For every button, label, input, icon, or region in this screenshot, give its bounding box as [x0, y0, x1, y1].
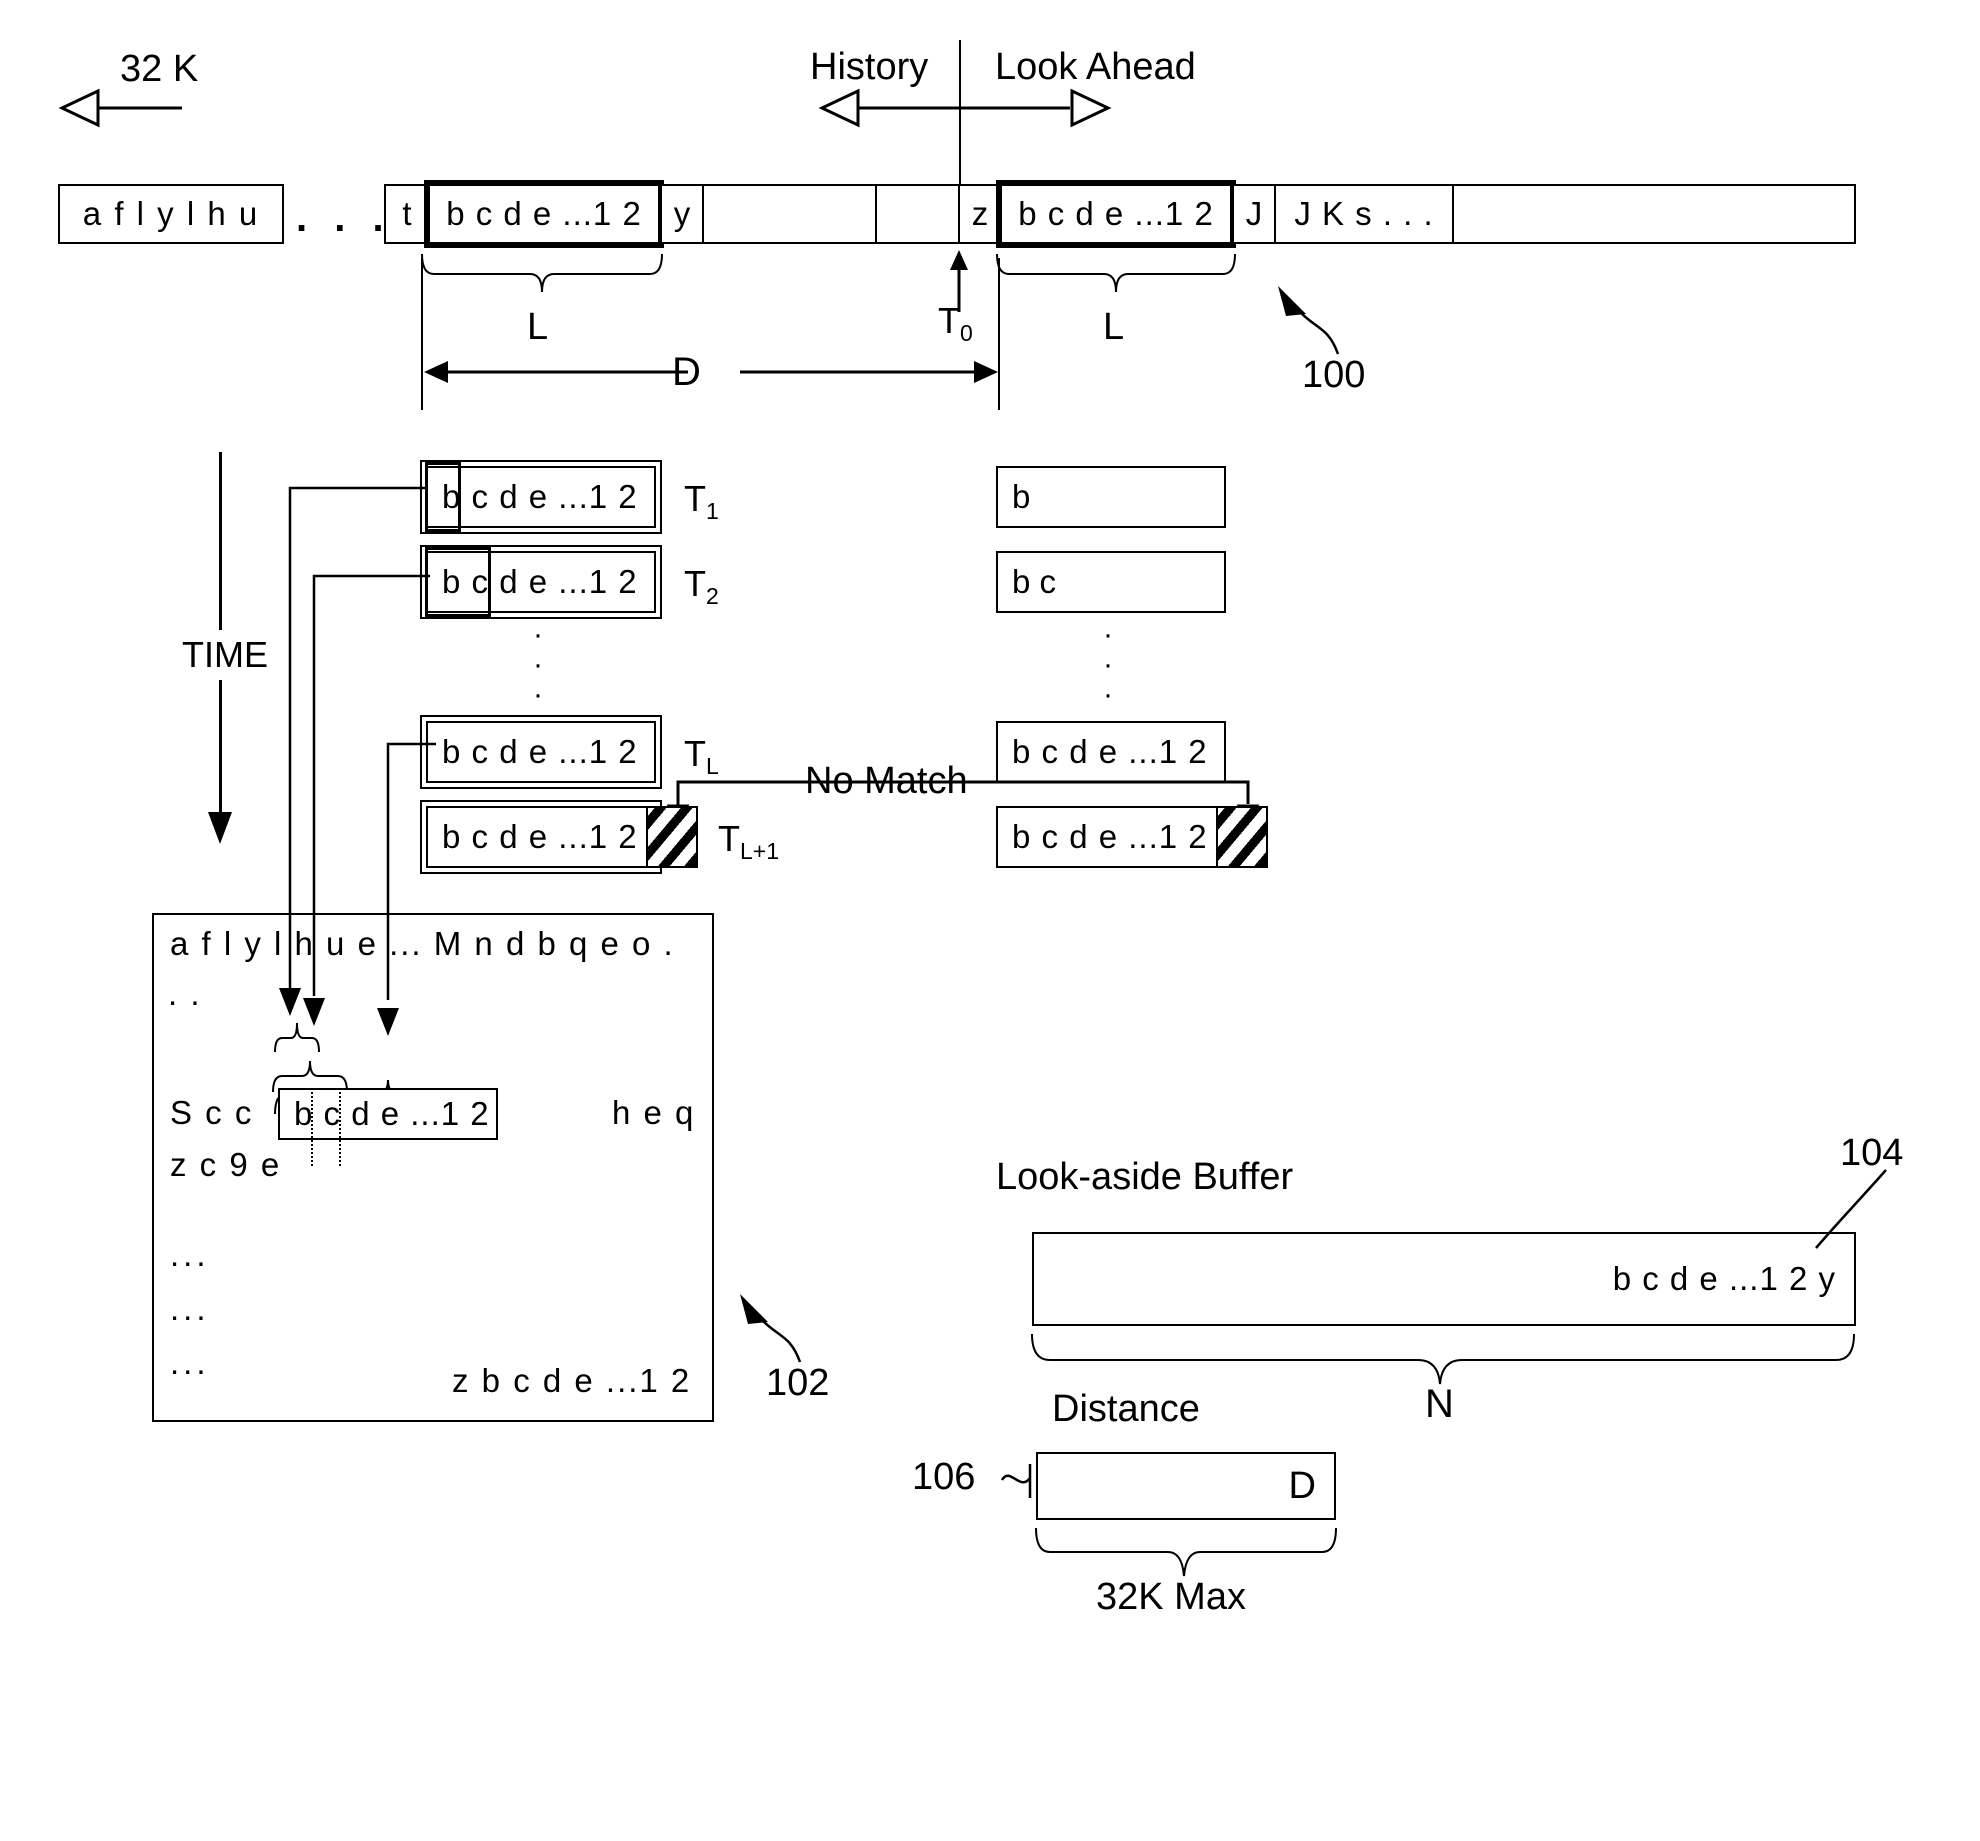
- leader-106: [1000, 1464, 1032, 1498]
- brace-L-right: [996, 253, 1236, 293]
- history-102-line4: z c 9 e: [170, 1146, 282, 1183]
- label-N: N: [1425, 1382, 1454, 1426]
- history-102-dotted-1: [311, 1092, 313, 1166]
- history-102-ellipsis-2: ...: [170, 1290, 210, 1327]
- brace-L-left: [421, 253, 663, 293]
- label-ref-100: 100: [1302, 354, 1366, 396]
- strip-match-lookahead: b c d e ...1 2: [996, 180, 1236, 248]
- lookaside-buffer-104: b c d e ...1 2 y: [1032, 1232, 1856, 1326]
- time-row-1-label: T2: [684, 563, 719, 610]
- time-row-3-right-hatch: [1216, 806, 1268, 868]
- history-102-line3-prefix: S c c: [170, 1094, 254, 1131]
- brace-32k-max: [1035, 1527, 1337, 1577]
- brace-small-102: [274, 1022, 320, 1053]
- history-102-line1: a f l y l h u e ... M n d b q e o .: [170, 925, 675, 962]
- label-L-right: L: [1103, 306, 1125, 348]
- time-row-2-left-box: b c d e ...1 2: [420, 715, 662, 789]
- time-row-0-label: T1: [684, 478, 719, 525]
- strip-cell-j: J: [1232, 184, 1276, 244]
- strip-cell-jks: J K s . . .: [1274, 184, 1454, 244]
- vertical-dots-left: · · ·: [533, 618, 543, 711]
- label-ref-104: 104: [1840, 1132, 1904, 1174]
- time-row-3-left-box: b c d e ...1 2: [420, 800, 662, 874]
- tick-D-left: [421, 258, 423, 410]
- time-row-0-label-sub: 1: [706, 498, 719, 525]
- time-row-1-label-sub: 2: [706, 583, 719, 610]
- time-row-2-right-box: b c d e ...1 2: [996, 721, 1226, 783]
- brace-N: [1031, 1333, 1855, 1385]
- label-ref-106: 106: [912, 1456, 976, 1498]
- history-102-dotted-2: [339, 1092, 341, 1166]
- label-lookaside-title: Look-aside Buffer: [996, 1156, 1294, 1198]
- time-row-3-label: TL+1: [718, 818, 779, 865]
- label-ref-102: 102: [766, 1362, 830, 1404]
- strip-ellipsis: . . .: [296, 196, 392, 240]
- label-distance-title: Distance: [1052, 1388, 1200, 1430]
- history-102-ellipsis-1: ...: [170, 1236, 210, 1273]
- time-row-1-label-text: T: [684, 563, 706, 604]
- label-time: TIME: [182, 630, 268, 680]
- strip-cell-blank-1: [702, 184, 877, 244]
- arrow-D: [424, 361, 998, 383]
- leader-102: [740, 1294, 802, 1363]
- history-102-line2: . .: [168, 975, 202, 1012]
- label-t0: T0: [938, 300, 973, 347]
- label-L-left: L: [527, 306, 549, 348]
- label-look-ahead: Look Ahead: [995, 46, 1196, 88]
- patent-figure: 32 K History Look Ahead a f l y l h u . …: [0, 0, 1980, 1841]
- arrow-lookahead-right: [960, 88, 1112, 128]
- time-row-3-left-hatch: [646, 806, 698, 868]
- label-32k-max: 32K Max: [1096, 1576, 1246, 1618]
- strip-cell-y: y: [660, 184, 704, 244]
- time-row-3-label-text: T: [718, 818, 740, 859]
- strip-cell-aflylhu: a f l y l h u: [58, 184, 284, 244]
- time-row-2-label: TL: [684, 733, 719, 780]
- time-row-0-label-text: T: [684, 478, 706, 519]
- leader-100: [1278, 286, 1340, 355]
- arrow-time-down: [208, 812, 232, 844]
- label-32k: 32 K: [120, 48, 199, 90]
- label-history: History: [810, 46, 929, 88]
- history-102-ellipsis-3: ...: [170, 1344, 210, 1381]
- vertical-dots-right: · · ·: [1103, 618, 1113, 711]
- time-row-0-right-box: b: [996, 466, 1226, 528]
- label-t0-text: T: [938, 300, 960, 341]
- time-row-2-label-text: T: [684, 733, 706, 774]
- history-102-line-last: z b c d e ...1 2: [452, 1362, 692, 1399]
- strip-match-history: b c d e ...1 2: [424, 180, 664, 248]
- time-row-1-right-box: b c: [996, 551, 1226, 613]
- label-t0-sub: 0: [960, 320, 973, 347]
- arrow-32k-left: [58, 88, 182, 128]
- time-row-3-label-sub: L+1: [740, 838, 780, 865]
- history-102-line3-suffix: h e q: [612, 1094, 696, 1131]
- time-row-3-right-box: b c d e ...1 2: [996, 806, 1226, 868]
- strip-cell-tail: [1452, 184, 1856, 244]
- label-D: D: [672, 350, 701, 394]
- distance-box-106: D: [1036, 1452, 1336, 1520]
